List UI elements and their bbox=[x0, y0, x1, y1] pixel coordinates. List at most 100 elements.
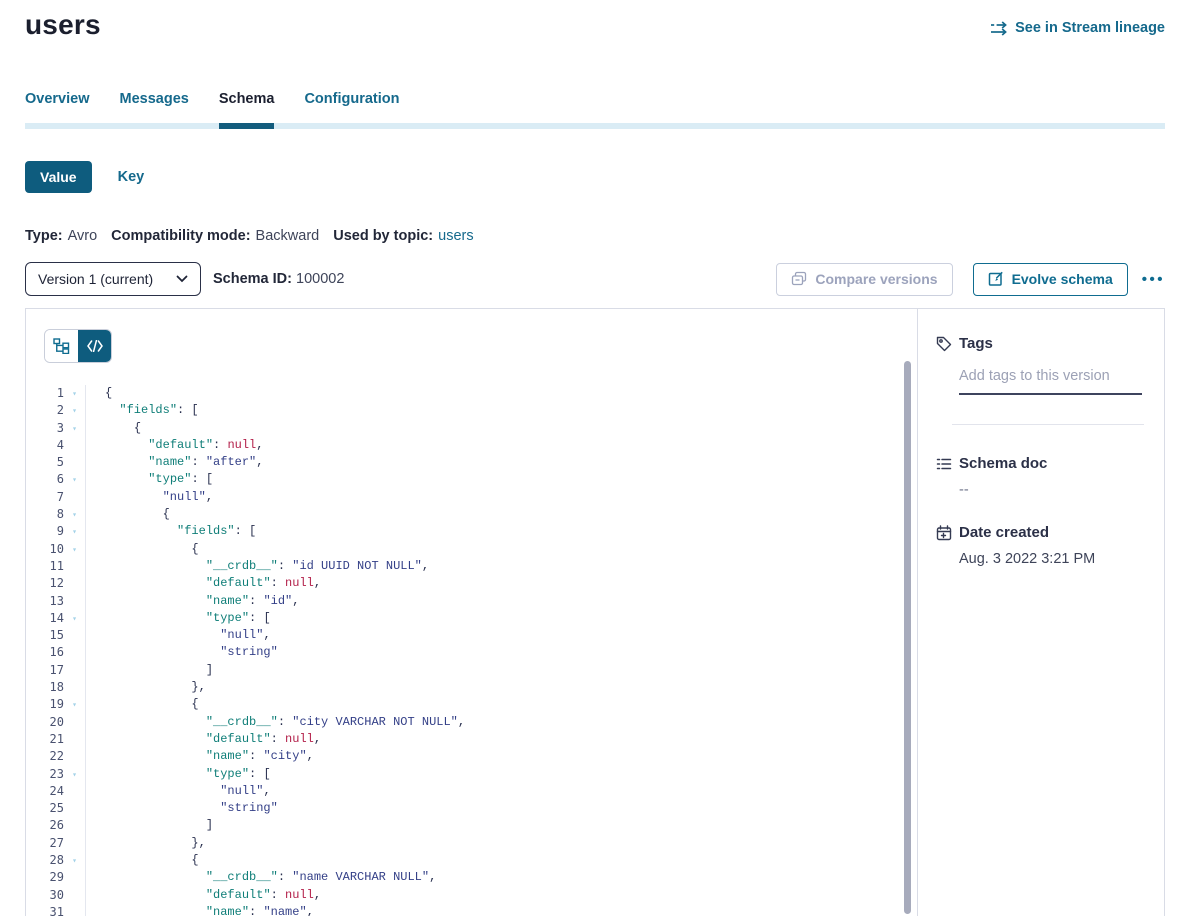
fold-spacer bbox=[64, 904, 85, 916]
code-line: 13 "name": "id", bbox=[26, 593, 917, 610]
gutter-divider bbox=[85, 385, 86, 916]
stream-lineage-link[interactable]: See in Stream lineage bbox=[991, 20, 1165, 36]
schema-meta: Type: Avro Compatibility mode: Backward … bbox=[25, 228, 1165, 244]
topic-link[interactable]: users bbox=[438, 228, 473, 244]
fold-spacer bbox=[64, 575, 85, 592]
version-select[interactable]: Version 1 (current) bbox=[25, 262, 201, 296]
line-number: 30 bbox=[26, 887, 64, 904]
fold-toggle-icon[interactable]: ▾ bbox=[64, 506, 85, 523]
tree-view-icon bbox=[53, 338, 70, 354]
type-value: Avro bbox=[68, 228, 98, 244]
tab-underline-track bbox=[25, 123, 1165, 129]
line-number: 22 bbox=[26, 748, 64, 765]
fold-spacer bbox=[64, 714, 85, 731]
schema-code-editor: 1▾{2▾ "fields": [3▾ {4 "default": null,5… bbox=[26, 309, 918, 916]
schema-doc-value: -- bbox=[959, 482, 1144, 498]
fold-spacer bbox=[64, 800, 85, 817]
code-line: 23▾ "type": [ bbox=[26, 766, 917, 783]
fold-toggle-icon[interactable]: ▾ bbox=[64, 471, 85, 488]
line-number: 29 bbox=[26, 869, 64, 886]
fold-spacer bbox=[64, 437, 85, 454]
line-number: 11 bbox=[26, 558, 64, 575]
date-created-title: Date created bbox=[959, 524, 1049, 541]
fold-spacer bbox=[64, 593, 85, 610]
tags-input[interactable] bbox=[959, 366, 1142, 395]
tree-view-button[interactable] bbox=[45, 330, 78, 362]
code-line: 28▾ { bbox=[26, 852, 917, 869]
tab-schema[interactable]: Schema bbox=[219, 91, 275, 129]
code-line: 29 "__crdb__": "name VARCHAR NULL", bbox=[26, 869, 917, 886]
code-line: 6▾ "type": [ bbox=[26, 471, 917, 488]
fold-toggle-icon[interactable]: ▾ bbox=[64, 523, 85, 540]
schema-id-label: Schema ID: bbox=[213, 271, 292, 287]
fold-spacer bbox=[64, 489, 85, 506]
fold-toggle-icon[interactable]: ▾ bbox=[64, 696, 85, 713]
value-toggle-button[interactable]: Value bbox=[25, 161, 92, 193]
line-number: 6 bbox=[26, 471, 64, 488]
edit-schema-icon bbox=[988, 271, 1004, 287]
code-line: 20 "__crdb__": "city VARCHAR NOT NULL", bbox=[26, 714, 917, 731]
code-line: 7 "null", bbox=[26, 489, 917, 506]
page-header: users See in Stream lineage bbox=[25, 8, 1165, 42]
compatibility-label: Compatibility mode: bbox=[111, 228, 250, 244]
key-toggle-button[interactable]: Key bbox=[118, 169, 145, 185]
code-view-button[interactable] bbox=[78, 330, 111, 362]
line-number: 9 bbox=[26, 523, 64, 540]
line-number: 12 bbox=[26, 575, 64, 592]
tab-overview[interactable]: Overview bbox=[25, 91, 90, 129]
editor-scrollbar-thumb[interactable] bbox=[904, 361, 911, 914]
line-number: 17 bbox=[26, 662, 64, 679]
type-label: Type: bbox=[25, 228, 63, 244]
tag-icon bbox=[936, 336, 952, 352]
fold-toggle-icon[interactable]: ▾ bbox=[64, 852, 85, 869]
code-line: 22 "name": "city", bbox=[26, 748, 917, 765]
code-line: 9▾ "fields": [ bbox=[26, 523, 917, 540]
schema-doc-icon bbox=[936, 456, 952, 472]
code-line: 24 "null", bbox=[26, 783, 917, 800]
fold-spacer bbox=[64, 783, 85, 800]
tab-bar: Overview Messages Schema Configuration bbox=[25, 91, 1165, 129]
fold-spacer bbox=[64, 887, 85, 904]
fold-spacer bbox=[64, 627, 85, 644]
code-line: 1▾{ bbox=[26, 385, 917, 402]
version-select-value: Version 1 (current) bbox=[38, 271, 153, 287]
tags-section: Tags bbox=[936, 335, 1144, 395]
version-toolbar: Version 1 (current) Schema ID: 100002 Co… bbox=[25, 262, 1165, 296]
compare-versions-button[interactable]: Compare versions bbox=[776, 263, 952, 296]
fold-toggle-icon[interactable]: ▾ bbox=[64, 766, 85, 783]
tab-messages[interactable]: Messages bbox=[120, 91, 189, 129]
date-created-value: Aug. 3 2022 3:21 PM bbox=[959, 551, 1144, 567]
calendar-plus-icon bbox=[936, 525, 952, 541]
fold-toggle-icon[interactable]: ▾ bbox=[64, 541, 85, 558]
line-number: 25 bbox=[26, 800, 64, 817]
sidebar-divider bbox=[952, 424, 1144, 425]
code-line: 21 "default": null, bbox=[26, 731, 917, 748]
schema-page: users See in Stream lineage Overview Mes… bbox=[0, 0, 1189, 916]
more-options-button[interactable]: ••• bbox=[1142, 271, 1165, 288]
line-number: 7 bbox=[26, 489, 64, 506]
line-number: 20 bbox=[26, 714, 64, 731]
code-line: 30 "default": null, bbox=[26, 887, 917, 904]
fold-toggle-icon[interactable]: ▾ bbox=[64, 385, 85, 402]
code-line: 4 "default": null, bbox=[26, 437, 917, 454]
schema-doc-title: Schema doc bbox=[959, 455, 1047, 472]
line-number: 5 bbox=[26, 454, 64, 471]
fold-spacer bbox=[64, 679, 85, 696]
fold-toggle-icon[interactable]: ▾ bbox=[64, 610, 85, 627]
code-line: 3▾ { bbox=[26, 420, 917, 437]
line-number: 15 bbox=[26, 627, 64, 644]
line-number: 16 bbox=[26, 644, 64, 661]
fold-toggle-icon[interactable]: ▾ bbox=[64, 402, 85, 419]
code-line: 15 "null", bbox=[26, 627, 917, 644]
code-line: 11 "__crdb__": "id UUID NOT NULL", bbox=[26, 558, 917, 575]
line-number: 26 bbox=[26, 817, 64, 834]
line-number: 2 bbox=[26, 402, 64, 419]
fold-spacer bbox=[64, 835, 85, 852]
date-created-section: Date created Aug. 3 2022 3:21 PM bbox=[936, 524, 1144, 567]
fold-toggle-icon[interactable]: ▾ bbox=[64, 420, 85, 437]
schema-id: Schema ID: 100002 bbox=[213, 271, 344, 287]
code-line: 16 "string" bbox=[26, 644, 917, 661]
evolve-schema-button[interactable]: Evolve schema bbox=[973, 263, 1128, 296]
page-title: users bbox=[25, 8, 101, 42]
tab-configuration[interactable]: Configuration bbox=[304, 91, 399, 129]
